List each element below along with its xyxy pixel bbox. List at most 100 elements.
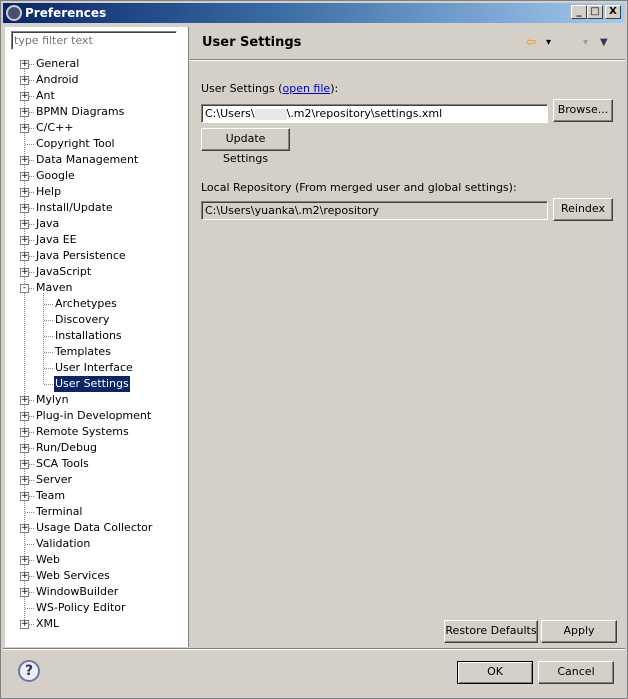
expand-icon[interactable]: + [20,492,29,501]
tree-item-terminal[interactable]: Terminal [5,504,189,520]
tree-item-label: WindowBuilder [36,585,119,598]
expand-icon[interactable]: + [20,108,29,117]
collapse-icon[interactable]: - [20,284,29,293]
expand-icon[interactable]: + [20,60,29,69]
tree-item-label: C/C++ [36,121,74,134]
maximize-button[interactable]: □ [587,5,603,19]
expand-icon[interactable]: + [20,524,29,533]
apply-button[interactable]: Apply [541,620,617,643]
reindex-button[interactable]: Reindex [553,198,613,221]
expand-icon[interactable]: + [20,444,29,453]
tree-item-java-persistence[interactable]: + Java Persistence [5,248,189,264]
expand-icon[interactable]: + [20,172,29,181]
tree-item-c-c-[interactable]: + C/C++ [5,120,189,136]
tree-item-web-services[interactable]: + Web Services [5,568,189,584]
expand-icon[interactable]: + [20,588,29,597]
tree-item-archetypes[interactable]: Archetypes [5,296,189,312]
update-settings-button[interactable]: Update Settings [201,128,290,165]
help-icon[interactable]: ? [18,660,40,682]
expand-icon[interactable]: + [20,124,29,133]
tree-item-windowbuilder[interactable]: + WindowBuilder [5,584,189,600]
expand-icon[interactable]: + [20,476,29,485]
tree-item-data-management[interactable]: + Data Management [5,152,189,168]
expand-icon[interactable]: + [20,204,29,213]
minimize-button[interactable]: _ [571,5,587,19]
expand-icon[interactable]: + [20,220,29,229]
expand-icon[interactable]: + [20,460,29,469]
tree-item-java-ee[interactable]: + Java EE [5,232,189,248]
tree-item-ant[interactable]: + Ant [5,88,189,104]
tree-item-sca-tools[interactable]: + SCA Tools [5,456,189,472]
back-arrow-icon[interactable]: ⇦ [526,35,537,50]
tree-item-label: Copyright Tool [36,137,115,150]
expand-icon[interactable]: + [20,620,29,629]
expand-icon[interactable]: + [20,268,29,277]
user-settings-path-input[interactable]: C:\Users\ \.m2\repository\settings.xml [201,104,548,123]
tree-item-xml[interactable]: + XML [5,616,189,632]
tree-item-validation[interactable]: Validation [5,536,189,552]
back-dropdown-icon[interactable]: ▾ [546,37,551,48]
filter-input[interactable] [11,31,177,50]
tree-connector [44,336,53,337]
expand-icon[interactable]: + [20,156,29,165]
expand-icon[interactable]: + [20,236,29,245]
tree-item-label: Java EE [36,233,77,246]
tree-item-bpmn-diagrams[interactable]: + BPMN Diagrams [5,104,189,120]
tree-item-web[interactable]: + Web [5,552,189,568]
ok-button[interactable]: OK [457,661,533,684]
tree-item-label: Server [36,473,73,486]
tree-item-android[interactable]: + Android [5,72,189,88]
open-file-link[interactable]: open file [282,82,330,95]
tree-item-user-interface[interactable]: User Interface [5,360,189,376]
window-title: Preferences [25,6,107,20]
eclipse-gear-icon [6,5,22,21]
expand-icon[interactable]: + [20,76,29,85]
tree-item-discovery[interactable]: Discovery [5,312,189,328]
preference-tree-panel: + General + Android + Ant + BPMN Diagrams + C/C++… [5,27,189,647]
tree-item-usage-data-collector[interactable]: + Usage Data Collector [5,520,189,536]
browse-button[interactable]: Browse... [553,99,613,122]
tree-item-java[interactable]: + Java [5,216,189,232]
cancel-button[interactable]: Cancel [538,661,614,684]
tree-item-remote-systems[interactable]: + Remote Systems [5,424,189,440]
tree-item-label: User Interface [55,361,133,374]
close-button[interactable]: X [605,5,621,19]
expand-icon[interactable]: + [20,252,29,261]
tree-item-run-debug[interactable]: + Run/Debug [5,440,189,456]
tree-item-team[interactable]: + Team [5,488,189,504]
restore-defaults-button[interactable]: Restore Defaults [444,620,538,643]
tree-item-label: Installations [55,329,122,342]
view-menu-icon[interactable]: ▼ [600,37,608,48]
tree-item-ws-policy-editor[interactable]: WS-Policy Editor [5,600,189,616]
expand-icon[interactable]: + [20,92,29,101]
tree-item-general[interactable]: + General [5,56,189,72]
tree-item-label: Maven [36,281,73,294]
tree-item-label: General [36,57,80,70]
tree-item-templates[interactable]: Templates [5,344,189,360]
tree-item-help[interactable]: + Help [5,184,189,200]
tree-item-user-settings[interactable]: User Settings [5,376,189,392]
expand-icon[interactable]: + [20,556,29,565]
tree-item-copyright-tool[interactable]: Copyright Tool [5,136,189,152]
expand-icon[interactable]: + [20,412,29,421]
tree-item-label: Terminal [36,505,83,518]
expand-icon[interactable]: + [20,396,29,405]
tree-item-google[interactable]: + Google [5,168,189,184]
tree-item-server[interactable]: + Server [5,472,189,488]
expand-icon[interactable]: + [20,572,29,581]
tree-item-mylyn[interactable]: + Mylyn [5,392,189,408]
tree-item-label: Remote Systems [36,425,129,438]
expand-icon[interactable]: + [20,188,29,197]
tree-item-label: Plug-in Development [36,409,152,422]
tree-item-javascript[interactable]: + JavaScript [5,264,189,280]
tree-item-install-update[interactable]: + Install/Update [5,200,189,216]
label-text: User Settings ( [201,82,283,95]
user-settings-page: User Settings ⇦ ▾ ⇨ ▾ ▼ User Settings (o… [190,27,625,647]
tree-connector [25,544,34,545]
tree-item-plug-in-development[interactable]: + Plug-in Development [5,408,189,424]
tree-item-maven[interactable]: - Maven [5,280,189,296]
path-prefix: C:\Users\ [205,107,255,120]
tree-item-installations[interactable]: Installations [5,328,189,344]
expand-icon[interactable]: + [20,428,29,437]
tree-guide-line [43,293,44,384]
